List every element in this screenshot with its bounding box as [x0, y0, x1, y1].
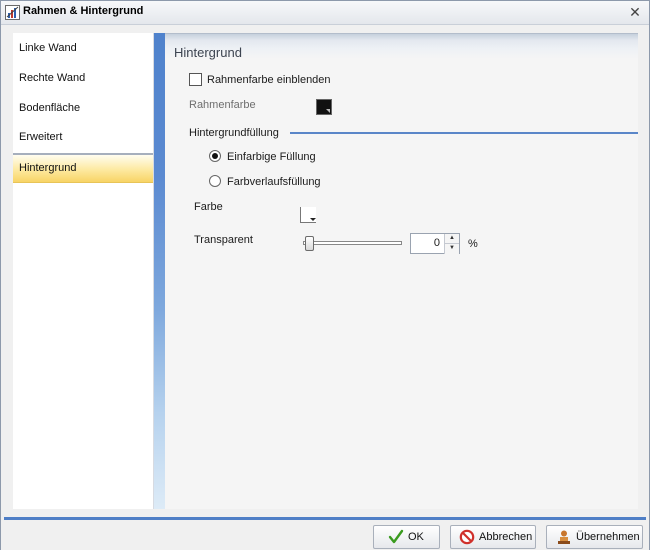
accent-strip	[154, 33, 165, 509]
chart-properties-icon	[5, 5, 20, 20]
cancel-button-label: Abbrechen	[479, 531, 533, 543]
checkmark-icon	[388, 529, 404, 545]
nav-item-hintergrund[interactable]: Hintergrund	[13, 153, 153, 183]
cancel-button[interactable]: Abbrechen	[450, 525, 536, 549]
show-border-label: Rahmenfarbe einblenden	[207, 74, 331, 86]
nav-item-label: Linke Wand	[19, 42, 77, 54]
border-color-picker[interactable]	[316, 99, 332, 115]
transparency-stepper[interactable]: 0 ▲ ▼	[410, 233, 460, 254]
fill-color-label: Farbe	[194, 201, 223, 213]
close-icon[interactable]: ✕	[627, 4, 643, 20]
category-list: Linke Wand Rechte Wand Bodenfläche Erwei…	[13, 33, 154, 509]
chevron-up-icon[interactable]: ▲	[444, 234, 459, 244]
nav-item-linke-wand[interactable]: Linke Wand	[13, 35, 153, 65]
transparency-value[interactable]: 0	[411, 237, 440, 249]
percent-unit-label: %	[468, 238, 478, 250]
title-bar: Rahmen & Hintergrund ✕	[1, 1, 649, 25]
transparency-slider[interactable]	[303, 241, 402, 245]
nav-item-label: Hintergrund	[19, 162, 77, 174]
nav-item-rechte-wand[interactable]: Rechte Wand	[13, 65, 153, 95]
solid-fill-radio[interactable]	[209, 150, 221, 162]
cancel-icon	[459, 529, 475, 545]
nav-item-label: Bodenfläche	[19, 102, 81, 114]
window-title: Rahmen & Hintergrund	[23, 5, 144, 17]
apply-button[interactable]: Übernehmen	[546, 525, 643, 549]
transparency-label: Transparent	[194, 234, 253, 246]
chevron-down-icon[interactable]: ▼	[444, 244, 459, 254]
ok-button-label: OK	[408, 531, 424, 543]
nav-item-erweitert[interactable]: Erweitert	[13, 124, 153, 154]
fill-color-picker[interactable]	[300, 207, 316, 223]
transparency-slider-thumb[interactable]	[305, 236, 314, 251]
nav-item-bodenflaeche[interactable]: Bodenfläche	[13, 95, 153, 125]
settings-panel: Hintergrund Rahmenfarbe einblenden Rahme…	[165, 33, 638, 509]
border-color-label: Rahmenfarbe	[189, 99, 256, 111]
dialog-window: Rahmen & Hintergrund ✕ Linke Wand Rechte…	[0, 0, 650, 550]
button-bar: OK Abbrechen Übernehmen	[1, 520, 649, 550]
solid-fill-label: Einfarbige Füllung	[227, 151, 316, 163]
fill-group-label: Hintergrundfüllung	[189, 127, 279, 139]
ok-button[interactable]: OK	[373, 525, 440, 549]
apply-button-label: Übernehmen	[576, 531, 640, 543]
section-title: Hintergrund	[174, 45, 242, 60]
nav-item-label: Erweitert	[19, 131, 63, 143]
gradient-fill-label: Farbverlaufsfüllung	[227, 176, 321, 188]
show-border-checkbox[interactable]	[189, 73, 202, 86]
gradient-fill-radio[interactable]	[209, 175, 221, 187]
nav-item-label: Rechte Wand	[19, 72, 86, 84]
section-header: Hintergrund	[165, 33, 638, 60]
apply-icon	[556, 529, 572, 545]
group-separator	[290, 132, 638, 134]
